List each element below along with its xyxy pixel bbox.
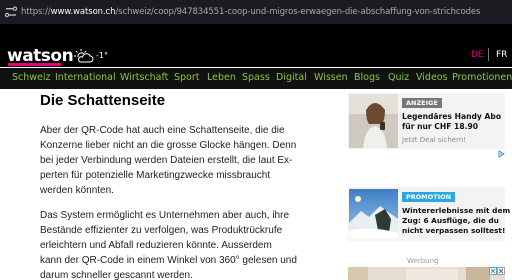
paragraph-line: bei jeder Verbindung werden Dateien erst… bbox=[40, 155, 293, 166]
ad-title-line: Zug: 6 Ausflüge, die du bbox=[402, 216, 499, 225]
lang-de-link[interactable]: DE bbox=[471, 49, 484, 61]
browser-url-bar[interactable]: https://www.watson.ch/schweiz/coop/94783… bbox=[0, 0, 512, 24]
site-info-icon[interactable] bbox=[4, 5, 18, 19]
paragraph-line: werden könnten. bbox=[40, 185, 114, 196]
ad-tag-anzeige: ANZEIGE bbox=[402, 98, 442, 108]
ad-tag-promotion: PROMOTION bbox=[402, 192, 456, 202]
weather-icon[interactable] bbox=[73, 48, 95, 64]
paragraph-line: kann der QR-Code in einem Winkel von 360… bbox=[40, 255, 297, 266]
adchoices-icon[interactable] bbox=[498, 150, 505, 158]
paragraph-line: Das System ermöglicht es Unternehmen abe… bbox=[40, 210, 290, 221]
ad-info-icon[interactable] bbox=[497, 267, 505, 275]
werbung-label: Werbung bbox=[407, 257, 439, 265]
ad-title-line: nicht verpassen solltest! bbox=[402, 226, 506, 235]
nav-item-promotionen[interactable]: Promotionen bbox=[452, 72, 512, 84]
ad-title-line: für nur CHF 18.90 bbox=[402, 122, 479, 131]
temperature: -1° bbox=[96, 51, 108, 60]
ad-image-woman-phone[interactable] bbox=[349, 94, 398, 148]
nav-item-wirtschaft[interactable]: Wirtschaft bbox=[120, 72, 168, 84]
nav-item-international[interactable]: International bbox=[55, 72, 116, 84]
paragraph-line: Konzerne lieber nicht an die grosse Gloc… bbox=[40, 140, 297, 151]
ad-banner-partial[interactable] bbox=[348, 267, 505, 280]
ad-subtitle[interactable]: Jetzt Deal sichern! bbox=[402, 136, 466, 145]
ad-image-snow-mountains[interactable] bbox=[349, 189, 398, 239]
nav-item-quiz[interactable]: Quiz bbox=[388, 72, 409, 84]
paragraph-line: perten für potenzielle Marketingzwecke m… bbox=[40, 170, 271, 181]
ad-title-line: Legendäres Handy Abo bbox=[402, 112, 502, 121]
ad-title[interactable]: Wintererlebnisse mit dem Zug: 6 Ausflüge… bbox=[402, 206, 510, 236]
lang-separator bbox=[488, 48, 489, 61]
nav-item-videos[interactable]: Videos bbox=[416, 72, 448, 84]
nav-item-sport[interactable]: Sport bbox=[174, 72, 200, 84]
lang-fr-link[interactable]: FR bbox=[496, 49, 507, 61]
nav-item-leben[interactable]: Leben bbox=[207, 72, 236, 84]
paragraph-line: Bestände effizienter zu verfolgen, was P… bbox=[40, 225, 283, 236]
paragraph-line: erleichtern und Abfall reduzieren könnte… bbox=[40, 240, 272, 251]
paragraph-line: Aber der QR-Code hat auch eine Schattens… bbox=[40, 125, 285, 136]
nav-item-digital[interactable]: Digital bbox=[276, 72, 307, 84]
nav-item-schweiz[interactable]: Schweiz bbox=[12, 72, 51, 84]
article-heading: Die Schattenseite bbox=[40, 92, 166, 109]
paragraph-line: darum schneller gescannt werden. bbox=[40, 270, 193, 280]
article-paragraph-2: Das System ermöglicht es Unternehmen abe… bbox=[40, 208, 330, 280]
ad-title-line: Wintererlebnisse mit dem bbox=[402, 206, 511, 215]
nav-item-wissen[interactable]: Wissen bbox=[314, 72, 348, 84]
nav-item-spass[interactable]: Spass bbox=[242, 72, 270, 84]
logo-underline bbox=[8, 63, 61, 66]
close-icon[interactable] bbox=[489, 267, 497, 275]
ad-title[interactable]: Legendäres Handy Abo für nur CHF 18.90 bbox=[402, 112, 501, 132]
article-paragraph-1: Aber der QR-Code hat auch eine Schattens… bbox=[40, 123, 330, 198]
nav-item-blogs[interactable]: Blogs bbox=[354, 72, 380, 84]
url-text[interactable]: https://www.watson.ch/schweiz/coop/94783… bbox=[21, 5, 480, 19]
